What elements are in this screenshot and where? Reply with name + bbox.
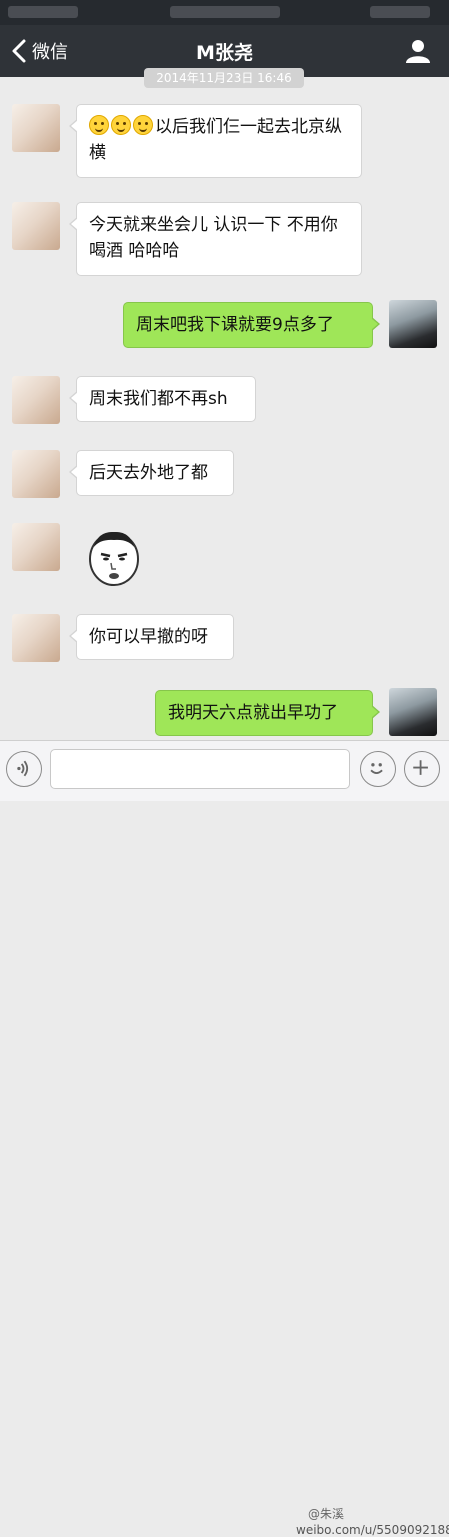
watermark-url: weibo.com/u/5509092188 <box>296 1523 449 1537</box>
profile-icon[interactable] <box>405 38 431 64</box>
message-bubble[interactable]: 我明天六点就出早功了 <box>155 690 380 736</box>
voice-icon <box>17 760 29 777</box>
my-avatar[interactable] <box>389 688 437 736</box>
message-bubble[interactable]: 后天去外地了都 <box>69 450 234 496</box>
voice-input-button[interactable] <box>6 751 42 787</box>
contact-avatar[interactable] <box>12 523 60 571</box>
message-text: 周末吧我下课就要9点多了 <box>136 315 334 335</box>
message-text: 周末我们都不再sh <box>89 389 228 409</box>
smile-emoji-icon <box>89 115 109 135</box>
message-bubble[interactable]: 周末吧我下课就要9点多了 <box>123 302 380 348</box>
contact-avatar[interactable] <box>12 614 60 662</box>
smile-emoji-icon <box>111 115 131 135</box>
smiley-icon <box>370 763 383 774</box>
message-timestamp: 2014年11月23日 16:46 <box>144 68 304 88</box>
message-bubble[interactable]: 以后我们仨一起去北京纵横 <box>69 104 362 178</box>
meme-face-sticker[interactable] <box>84 527 144 587</box>
message-text: 后天去外地了都 <box>89 463 208 483</box>
contact-avatar[interactable] <box>12 104 60 152</box>
message-bubble[interactable]: 你可以早撤的呀 <box>69 614 234 660</box>
chat-title: M张尧 <box>196 42 253 64</box>
message-bubble[interactable]: 今天就来坐会儿 认识一下 不用你喝酒 哈哈哈 <box>69 202 362 276</box>
plus-icon <box>413 760 428 775</box>
input-toolbar: @朱溪 weibo.com/u/5509092188 <box>0 740 449 1537</box>
message-text: 今天就来坐会儿 认识一下 不用你喝酒 哈哈哈 <box>89 215 338 261</box>
my-avatar[interactable] <box>389 300 437 348</box>
message-input[interactable] <box>50 749 350 789</box>
smile-emoji-icon <box>133 115 153 135</box>
more-options-button[interactable] <box>404 751 440 787</box>
message-bubble[interactable]: 周末我们都不再sh <box>69 376 256 422</box>
contact-avatar[interactable] <box>12 450 60 498</box>
message-text: 我明天六点就出早功了 <box>168 703 338 723</box>
message-text: 你可以早撤的呀 <box>89 627 208 647</box>
status-bar <box>0 0 449 25</box>
watermark-handle: @朱溪 <box>308 1507 345 1521</box>
contact-avatar[interactable] <box>12 376 60 424</box>
emoji-button[interactable] <box>360 751 396 787</box>
contact-avatar[interactable] <box>12 202 60 250</box>
